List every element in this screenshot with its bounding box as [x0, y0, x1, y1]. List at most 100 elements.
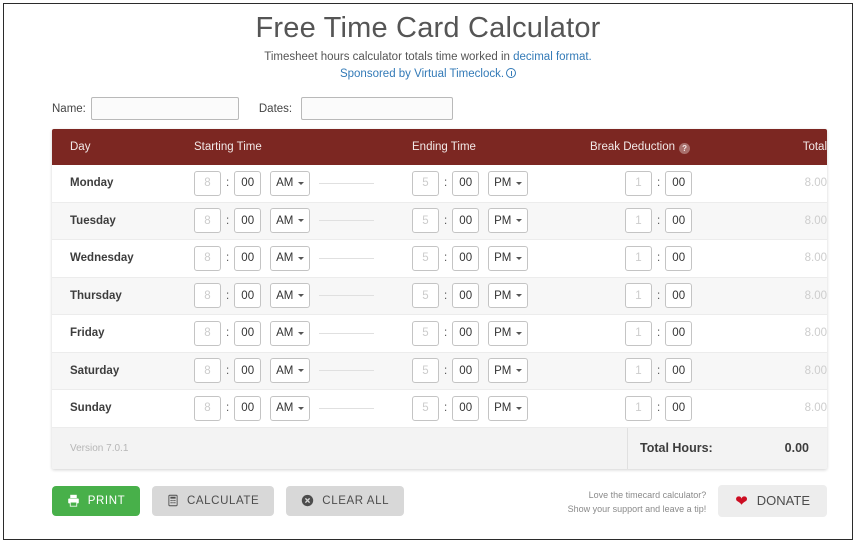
break-minute-input[interactable]: [665, 170, 693, 196]
header-day: Day: [70, 141, 91, 153]
starting-time-group: : AM: [194, 283, 412, 309]
start-meridiem-select[interactable]: AM: [270, 283, 311, 309]
sponsor-line: Sponsored by Virtual Timeclock.: [4, 66, 852, 83]
end-colon: :: [444, 402, 448, 415]
calculate-button[interactable]: CALCULATE: [152, 485, 275, 516]
start-meridiem-select[interactable]: AM: [270, 358, 311, 384]
sponsor-link[interactable]: Sponsored by Virtual Timeclock.: [340, 68, 504, 80]
end-meridiem-select[interactable]: PM: [488, 283, 529, 309]
end-hour-input[interactable]: [412, 358, 439, 384]
starting-time-group: : AM: [194, 320, 412, 346]
start-meridiem-select[interactable]: AM: [270, 170, 311, 196]
end-minute-input[interactable]: [452, 358, 480, 384]
start-minute-input[interactable]: [234, 170, 262, 196]
break-hour-input[interactable]: [625, 170, 652, 196]
donate-button[interactable]: ❤ DONATE: [718, 484, 827, 517]
break-colon: :: [657, 289, 661, 302]
clear-all-button[interactable]: CLEAR ALL: [286, 485, 405, 516]
page-header: Free Time Card Calculator Timesheet hour…: [4, 4, 852, 83]
start-hour-input[interactable]: [194, 208, 221, 234]
break-hour-input[interactable]: [625, 395, 652, 421]
end-meridiem-select[interactable]: PM: [488, 320, 529, 346]
end-hour-input[interactable]: [412, 283, 439, 309]
end-meridiem-value: PM: [494, 252, 512, 265]
break-minute-input[interactable]: [665, 320, 693, 346]
decimal-format-link[interactable]: decimal format.: [513, 51, 592, 63]
start-hour-input[interactable]: [194, 395, 221, 421]
end-minute-input[interactable]: [452, 395, 480, 421]
break-hour-input[interactable]: [625, 283, 652, 309]
donate-section: Love the timecard calculator? Show your …: [567, 484, 827, 517]
time-separator-line: [319, 370, 375, 372]
end-minute-input[interactable]: [452, 208, 480, 234]
time-separator-line: [319, 220, 375, 222]
day-label: Friday: [70, 327, 105, 340]
start-meridiem-select[interactable]: AM: [270, 320, 311, 346]
break-minute-input[interactable]: [665, 358, 693, 384]
start-meridiem-value: AM: [276, 289, 294, 302]
end-minute-input[interactable]: [452, 245, 480, 271]
chevron-down-icon: [516, 181, 523, 185]
name-input[interactable]: [90, 97, 239, 120]
start-colon: :: [226, 177, 230, 190]
chevron-down-icon: [298, 331, 305, 335]
end-colon: :: [444, 364, 448, 377]
end-hour-input[interactable]: [412, 320, 439, 346]
start-meridiem-select[interactable]: AM: [270, 395, 311, 421]
chevron-down-icon: [298, 219, 305, 223]
start-hour-input[interactable]: [194, 283, 221, 309]
start-hour-input[interactable]: [194, 170, 221, 196]
break-colon: :: [657, 327, 661, 340]
end-minute-input[interactable]: [452, 283, 480, 309]
start-minute-input[interactable]: [234, 283, 262, 309]
break-minute-input[interactable]: [665, 283, 693, 309]
end-hour-input[interactable]: [412, 395, 439, 421]
ending-time-group: : PM: [412, 245, 590, 271]
end-meridiem-select[interactable]: PM: [488, 245, 529, 271]
chevron-down-icon: [516, 331, 523, 335]
end-colon: :: [444, 252, 448, 265]
start-minute-input[interactable]: [234, 208, 262, 234]
end-meridiem-value: PM: [494, 402, 512, 415]
browser-page: Free Time Card Calculator Timesheet hour…: [3, 3, 853, 540]
start-hour-input[interactable]: [194, 358, 221, 384]
end-meridiem-select[interactable]: PM: [488, 358, 529, 384]
header-starting-time: Starting Time: [194, 141, 262, 153]
donate-button-label: DONATE: [756, 493, 810, 508]
break-hour-input[interactable]: [625, 320, 652, 346]
start-hour-input[interactable]: [194, 245, 221, 271]
end-meridiem-value: PM: [494, 364, 512, 377]
end-hour-input[interactable]: [412, 170, 439, 196]
end-colon: :: [444, 177, 448, 190]
donate-line-1: Love the timecard calculator?: [588, 489, 707, 500]
end-meridiem-select[interactable]: PM: [488, 208, 529, 234]
start-meridiem-select[interactable]: AM: [270, 245, 311, 271]
break-minute-input[interactable]: [665, 208, 693, 234]
end-hour-input[interactable]: [412, 245, 439, 271]
end-meridiem-select[interactable]: PM: [488, 395, 529, 421]
end-minute-input[interactable]: [452, 320, 480, 346]
start-hour-input[interactable]: [194, 320, 221, 346]
end-meridiem-select[interactable]: PM: [488, 170, 529, 196]
break-hour-input[interactable]: [625, 358, 652, 384]
print-button[interactable]: PRINT: [52, 485, 140, 516]
end-hour-input[interactable]: [412, 208, 439, 234]
break-minute-input[interactable]: [665, 245, 693, 271]
start-minute-input[interactable]: [234, 395, 262, 421]
end-minute-input[interactable]: [452, 170, 480, 196]
break-hour-input[interactable]: [625, 208, 652, 234]
start-meridiem-select[interactable]: AM: [270, 208, 311, 234]
page-subtitle: Timesheet hours calculator totals time w…: [4, 48, 852, 66]
help-question-icon[interactable]: ?: [679, 143, 691, 154]
break-hour-input[interactable]: [625, 245, 652, 271]
donate-line-2: Show your support and leave a tip!: [567, 503, 707, 514]
info-circle-icon[interactable]: [506, 68, 517, 78]
start-minute-input[interactable]: [234, 320, 262, 346]
dates-input[interactable]: [301, 97, 454, 120]
start-minute-input[interactable]: [234, 245, 262, 271]
break-minute-input[interactable]: [665, 395, 693, 421]
end-meridiem-value: PM: [494, 214, 512, 227]
start-minute-input[interactable]: [234, 358, 262, 384]
row-total-value: 8.00: [804, 289, 827, 302]
total-hours-value: 0.00: [784, 441, 809, 455]
